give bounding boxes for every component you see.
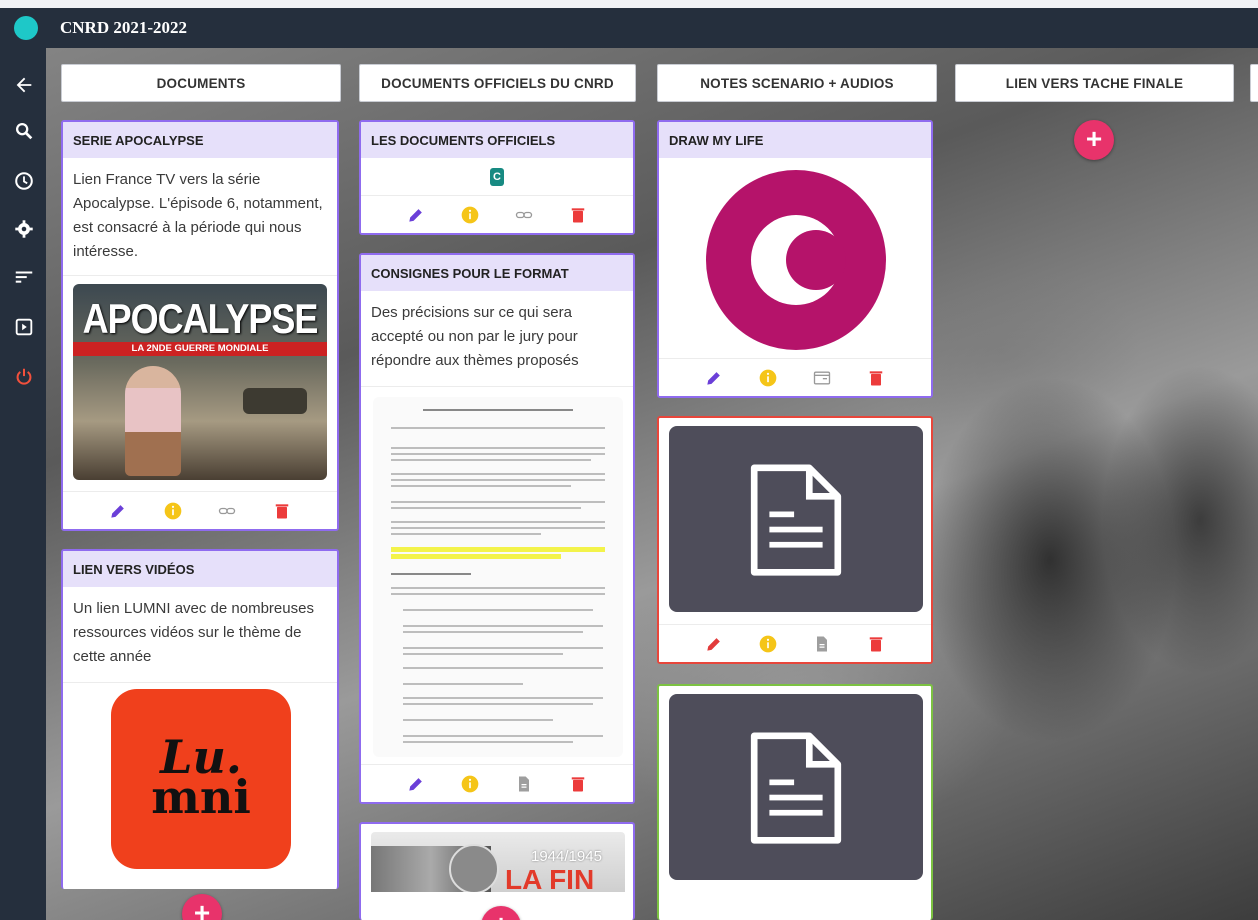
la-fin-year: 1944/1945	[531, 848, 602, 865]
info-icon[interactable]	[757, 633, 779, 655]
info-icon[interactable]	[757, 367, 779, 389]
card-actions	[361, 195, 633, 233]
sort-icon[interactable]	[13, 266, 35, 288]
lumni-logo[interactable]: Lu. mni	[111, 689, 291, 869]
settings-icon[interactable]	[13, 218, 35, 240]
card-description: Un lien LUMNI avec de nombreuses ressour…	[63, 587, 337, 683]
info-icon[interactable]	[459, 773, 481, 795]
column-header-notes-scenario[interactable]: NOTES SCENARIO + AUDIOS	[657, 64, 937, 102]
logo-crescent	[786, 230, 846, 290]
document-preview[interactable]	[373, 397, 623, 757]
card-lien-videos[interactable]: LIEN VERS VIDÉOS Un lien LUMNI avec de n…	[61, 549, 339, 889]
card-actions	[63, 491, 337, 529]
column-header-partial[interactable]	[1250, 64, 1258, 102]
app-logo-image[interactable]	[706, 170, 886, 350]
card-draw-my-life[interactable]: DRAW MY LIFE	[657, 120, 933, 398]
card-title: DRAW MY LIFE	[659, 122, 931, 158]
board-title: CNRD 2021-2022	[60, 18, 188, 37]
card-actions	[361, 764, 633, 802]
document-preview[interactable]	[669, 426, 923, 612]
la-fin-title: LA FIN	[505, 864, 595, 892]
power-icon[interactable]	[13, 366, 35, 388]
card-document-green[interactable]	[657, 684, 933, 920]
card-title: LIEN VERS VIDÉOS	[63, 551, 337, 587]
top-bar: CNRD 2021-2022	[0, 8, 1258, 48]
card-documents-officiels[interactable]: LES DOCUMENTS OFFICIELS C	[359, 120, 635, 235]
card-consignes-format[interactable]: CONSIGNES POUR LE FORMAT Des précisions …	[359, 253, 635, 804]
la-fin-photo-circle	[449, 844, 499, 892]
card-title: SERIE APOCALYPSE	[63, 122, 337, 158]
image-title: APOCALYPSE	[82, 294, 319, 342]
link-icon[interactable]	[216, 500, 238, 522]
image-tank	[243, 388, 307, 414]
card-document-red[interactable]	[657, 416, 933, 664]
back-arrow-icon[interactable]	[13, 74, 35, 96]
card-description: Des précisions sur ce qui sera accepté o…	[361, 291, 633, 387]
history-icon[interactable]	[13, 170, 35, 192]
delete-icon[interactable]	[567, 204, 589, 226]
apocalypse-image[interactable]: APOCALYPSE LA 2NDE GUERRE MONDIALE	[73, 284, 327, 480]
info-icon[interactable]	[162, 500, 184, 522]
link-icon[interactable]	[513, 204, 535, 226]
edit-icon[interactable]	[405, 204, 427, 226]
card-serie-apocalypse[interactable]: SERIE APOCALYPSE Lien France TV vers la …	[61, 120, 339, 531]
delete-icon[interactable]	[567, 773, 589, 795]
document-icon	[750, 464, 842, 576]
la-fin-image[interactable]: 1944/1945 LA FIN	[371, 832, 625, 892]
lumni-logo-line2: mni	[151, 770, 251, 824]
document-preview[interactable]	[669, 694, 923, 880]
image-figure	[125, 366, 181, 476]
edit-icon[interactable]	[703, 633, 725, 655]
search-icon[interactable]	[13, 120, 35, 142]
column-header-documents-officiels[interactable]: DOCUMENTS OFFICIELS DU CNRD	[359, 64, 636, 102]
delete-icon[interactable]	[865, 633, 887, 655]
column-header-lien-tache-finale[interactable]: LIEN VERS TACHE FINALE	[955, 64, 1234, 102]
image-subtitle: LA 2NDE GUERRE MONDIALE	[73, 342, 327, 356]
document-icon	[750, 732, 842, 844]
edit-icon[interactable]	[405, 773, 427, 795]
card-actions	[659, 358, 931, 396]
edit-icon[interactable]	[107, 500, 129, 522]
embed-icon[interactable]	[811, 367, 833, 389]
present-icon[interactable]	[13, 316, 35, 338]
add-card-button[interactable]: +	[1074, 120, 1114, 160]
top-strip	[0, 0, 1258, 8]
file-icon[interactable]	[513, 773, 535, 795]
delete-icon[interactable]	[865, 367, 887, 389]
card-title: LES DOCUMENTS OFFICIELS	[361, 122, 633, 158]
file-type-icon: C	[490, 167, 504, 186]
card-title: CONSIGNES POUR LE FORMAT	[361, 255, 633, 291]
column-header-documents[interactable]: DOCUMENTS	[61, 64, 341, 102]
card-actions	[659, 624, 931, 662]
edit-icon[interactable]	[703, 367, 725, 389]
file-icon[interactable]	[811, 633, 833, 655]
info-icon[interactable]	[459, 204, 481, 226]
delete-icon[interactable]	[271, 500, 293, 522]
sidebar	[0, 48, 46, 920]
card-description: Lien France TV vers la série Apocalypse.…	[63, 158, 337, 276]
app-logo[interactable]	[14, 16, 38, 40]
